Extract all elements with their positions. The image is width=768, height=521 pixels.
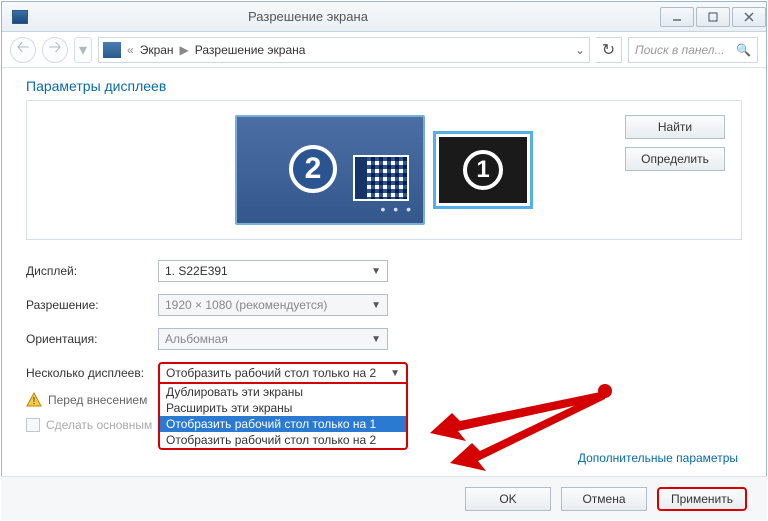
warning-icon: ! xyxy=(26,392,42,408)
caret-down-icon: ▼ xyxy=(390,368,400,379)
svg-text:!: ! xyxy=(33,396,36,407)
make-primary-label: Сделать основным xyxy=(46,418,152,432)
resolution-select[interactable]: 1920 × 1080 (рекомендуется) ▼ xyxy=(158,294,388,316)
breadcrumb-root: Экран xyxy=(140,43,174,57)
maximize-button[interactable] xyxy=(696,7,730,27)
monitor-2-window-icon xyxy=(353,155,409,201)
monitor-1[interactable]: 1 xyxy=(433,131,533,209)
search-icon: 🔍 xyxy=(736,43,751,57)
identify-button[interactable]: Определить xyxy=(625,147,725,171)
search-placeholder: Поиск в панел... xyxy=(635,43,725,57)
page-heading: Параметры дисплеев xyxy=(26,78,742,94)
resolution-label: Разрешение: xyxy=(26,298,158,312)
monitor-1-number: 1 xyxy=(463,150,503,190)
caret-down-icon: ▼ xyxy=(371,334,381,345)
display-preview-box: 2 • • • 1 Найти Определить xyxy=(26,100,742,240)
display-select[interactable]: 1. S22E391 ▼ xyxy=(158,260,388,282)
dropdown-option[interactable]: Дублировать эти экраны xyxy=(160,384,406,400)
dialog-footer: OK Отмена Применить xyxy=(1,476,767,520)
history-button[interactable]: ▾ xyxy=(74,37,92,63)
titlebar: Разрешение экрана xyxy=(2,2,766,32)
breadcrumb[interactable]: « Экран ▶ Разрешение экрана ⌄ xyxy=(98,37,590,63)
caret-down-icon: ▼ xyxy=(371,266,381,277)
dropdown-option[interactable]: Отобразить рабочий стол только на 2 xyxy=(160,432,406,448)
orientation-label: Ориентация: xyxy=(26,332,158,346)
monitor-2[interactable]: 2 • • • xyxy=(235,115,425,225)
ok-button[interactable]: OK xyxy=(465,487,551,511)
multi-display-label: Несколько дисплеев: xyxy=(26,366,158,380)
chevron-right-icon: ▶ xyxy=(180,43,189,57)
breadcrumb-current: Разрешение экрана xyxy=(195,43,306,57)
dots-icon: • • • xyxy=(381,201,413,217)
monitor-2-number: 2 xyxy=(289,145,337,193)
forward-button[interactable]: 🡢 xyxy=(42,37,68,63)
advanced-settings-link[interactable]: Дополнительные параметры xyxy=(578,451,738,465)
minimize-button[interactable] xyxy=(660,7,694,27)
search-input[interactable]: Поиск в панел... 🔍 xyxy=(628,37,758,63)
navbar: 🡠 🡢 ▾ « Экран ▶ Разрешение экрана ⌄ ↻ По… xyxy=(2,32,766,68)
dropdown-option-highlighted[interactable]: Отобразить рабочий стол только на 1 xyxy=(160,416,406,432)
window-title: Разрешение экрана xyxy=(0,9,658,24)
orientation-select[interactable]: Альбомная ▼ xyxy=(158,328,388,350)
back-button[interactable]: 🡠 xyxy=(10,37,36,63)
caret-down-icon: ▼ xyxy=(371,300,381,311)
monitor-icon xyxy=(103,42,121,58)
multi-display-select[interactable]: Отобразить рабочий стол только на 2 ▼ xyxy=(158,362,408,384)
find-button[interactable]: Найти xyxy=(625,115,725,139)
make-primary-checkbox[interactable] xyxy=(26,418,40,432)
refresh-button[interactable]: ↻ xyxy=(596,37,622,63)
chevron-down-icon[interactable]: ⌄ xyxy=(575,43,585,57)
dropdown-option[interactable]: Расширить эти экраны xyxy=(160,400,406,416)
multi-display-dropdown: Дублировать эти экраны Расширить эти экр… xyxy=(158,384,408,450)
display-label: Дисплей: xyxy=(26,264,158,278)
cancel-button[interactable]: Отмена xyxy=(561,487,647,511)
close-button[interactable] xyxy=(732,7,766,27)
warning-text: Перед внесением xyxy=(48,393,147,407)
apply-button[interactable]: Применить xyxy=(657,487,747,511)
